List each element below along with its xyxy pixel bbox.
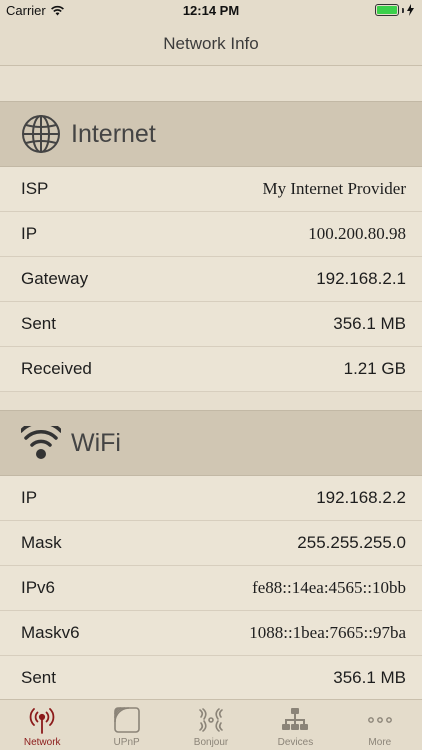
row-value: 100.200.80.98 — [308, 224, 406, 243]
tab-bonjour[interactable]: Bonjour — [169, 700, 253, 750]
row-value: 356.1 MB — [333, 314, 406, 333]
row-label: Sent — [21, 668, 56, 687]
row-label: Mask — [21, 533, 62, 552]
row-label: Maskv6 — [21, 623, 80, 642]
tab-label: Bonjour — [193, 737, 229, 748]
status-bar: Carrier 12:14 PM — [0, 0, 422, 22]
row-value: 192.168.2.2 — [316, 488, 406, 507]
upnp-icon — [113, 707, 140, 733]
tab-label: Network — [23, 737, 61, 748]
row-label: ISP — [21, 179, 49, 198]
row-value: 192.168.2.1 — [316, 269, 406, 288]
globe-icon — [22, 115, 60, 153]
tab-label: More — [368, 737, 392, 748]
row-label: Received — [21, 359, 92, 378]
tab-label: UPnP — [113, 737, 140, 748]
mask-row[interactable]: Mask 255.255.255.0 — [0, 521, 422, 566]
battery-icon — [375, 4, 399, 16]
maskv6-row[interactable]: Maskv6 1088::1bea:7665::97ba — [0, 611, 422, 656]
page-title: Network Info — [163, 33, 259, 53]
ipv6-row[interactable]: IPv6 fe88::14ea:4565::10bb — [0, 566, 422, 611]
row-value: 1088::1bea:7665::97ba — [249, 623, 406, 642]
bonjour-icon — [199, 708, 223, 732]
wifi-sent-row[interactable]: Sent 356.1 MB — [0, 656, 422, 699]
tab-bar: Network UPnP Bonjour Devices More — [0, 699, 422, 750]
ip-row[interactable]: IP 100.200.80.98 — [0, 212, 422, 257]
network-info-list[interactable]: Internet ISP My Internet Provider IP 100… — [0, 67, 422, 699]
wifi-section-title: WiFi — [71, 428, 121, 457]
row-label: Gateway — [21, 269, 89, 288]
row-label: Sent — [21, 314, 56, 333]
status-time: 12:14 PM — [182, 3, 240, 18]
wifi-icon — [21, 426, 61, 459]
wifi-section-header: WiFi — [0, 410, 422, 476]
row-value: 356.1 MB — [333, 668, 406, 687]
sent-row[interactable]: Sent 356.1 MB — [0, 302, 422, 347]
row-label: IP — [21, 224, 38, 243]
isp-row[interactable]: ISP My Internet Provider — [0, 167, 422, 212]
row-value: My Internet Provider — [262, 179, 406, 198]
tab-more[interactable]: More — [338, 700, 422, 750]
wifi-ip-row[interactable]: IP 192.168.2.2 — [0, 476, 422, 521]
tab-network[interactable]: Network — [0, 700, 84, 750]
tab-upnp[interactable]: UPnP — [84, 700, 168, 750]
row-label: IPv6 — [21, 578, 56, 597]
received-row[interactable]: Received 1.21 GB — [0, 347, 422, 392]
internet-section-header: Internet — [0, 101, 422, 167]
more-icon — [367, 717, 392, 723]
row-value: 1.21 GB — [343, 359, 406, 378]
internet-section-title: Internet — [71, 119, 156, 148]
row-label: IP — [21, 488, 38, 507]
gateway-row[interactable]: Gateway 192.168.2.1 — [0, 257, 422, 302]
antenna-icon — [29, 708, 55, 734]
tab-devices[interactable]: Devices — [253, 700, 337, 750]
row-value: fe88::14ea:4565::10bb — [252, 578, 406, 597]
row-value: 255.255.255.0 — [297, 533, 406, 552]
devices-icon — [282, 708, 309, 730]
tab-label: Devices — [277, 737, 314, 748]
charging-bolt-icon — [407, 4, 414, 16]
navigation-bar: Network Info — [0, 22, 422, 66]
battery-indicator — [375, 4, 414, 16]
